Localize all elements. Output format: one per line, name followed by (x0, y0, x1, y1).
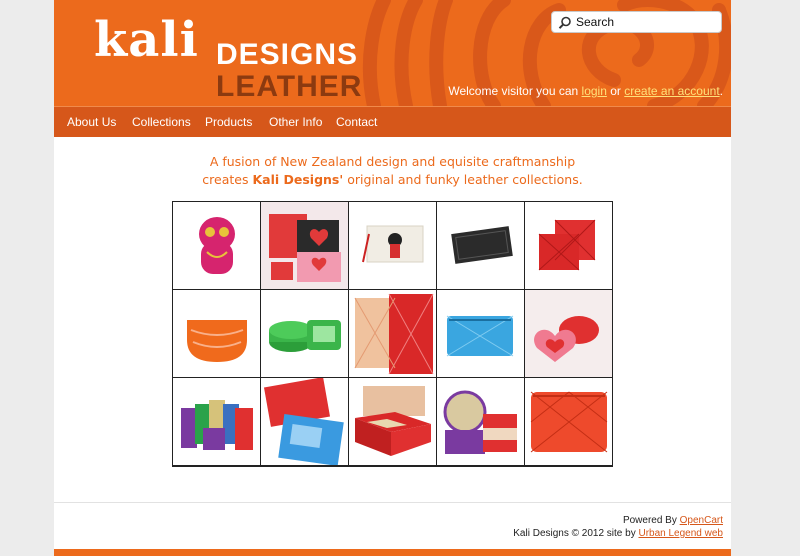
header: kali DESIGNS LEATHER Welcome visitor you… (54, 0, 731, 106)
product-image-green-case[interactable] (261, 290, 349, 378)
nav-item-collections[interactable]: Collections (132, 115, 191, 129)
opencart-link[interactable]: OpenCart (680, 515, 723, 526)
product-image-heart-box[interactable] (525, 290, 613, 378)
product-image-notebooks[interactable] (349, 290, 437, 378)
welcome-or: or (610, 84, 621, 98)
search-input[interactable] (576, 14, 716, 30)
welcome-suffix: . (719, 84, 723, 98)
product-image-orange-purse[interactable] (173, 290, 261, 378)
tagline: A fusion of New Zealand design and equis… (54, 153, 731, 189)
welcome-text: Welcome visitor you can login or create … (448, 84, 723, 98)
tagline-suffix: original and funky leather collections. (347, 172, 583, 187)
powered-by-text: Powered By (622, 515, 677, 526)
product-image-red-pouch[interactable] (525, 378, 613, 466)
nav-item-about-us[interactable]: About Us (67, 115, 116, 129)
login-link[interactable]: login (582, 84, 607, 98)
tagline-prefix: creates (202, 172, 249, 187)
welcome-prefix: Welcome visitor you can (448, 84, 579, 98)
product-image-luggage-tags[interactable] (261, 378, 349, 466)
product-image-blue-purse[interactable] (437, 290, 525, 378)
urban-legend-link[interactable]: Urban Legend web (638, 528, 723, 539)
product-grid (172, 201, 613, 467)
product-image-doll-clutch[interactable] (349, 202, 437, 290)
page: kali DESIGNS LEATHER Welcome visitor you… (54, 0, 731, 556)
copyright-line: Kali Designs © 2012 site by Urban Legend… (513, 527, 723, 540)
tagline-line-2: creates Kali Designs' original and funky… (54, 171, 731, 189)
powered-by-line: Powered By OpenCart (513, 514, 723, 527)
nav-item-other-info[interactable]: Other Info (269, 115, 322, 129)
search-box (551, 11, 722, 33)
logo-designs[interactable]: DESIGNS (216, 38, 358, 72)
tagline-line-1: A fusion of New Zealand design and equis… (209, 154, 576, 169)
copyright-text: Kali Designs © 2012 site by (513, 528, 636, 539)
product-image-heart-purses[interactable] (261, 202, 349, 290)
footer-divider (54, 502, 731, 503)
tagline-brand: Kali Designs' (252, 172, 344, 187)
product-image-red-cardholders[interactable] (525, 202, 613, 290)
main-nav: About Us Collections Products Other Info… (54, 106, 731, 137)
product-image-tiki-pouch[interactable] (173, 202, 261, 290)
search-icon[interactable] (558, 16, 572, 30)
nav-item-products[interactable]: Products (205, 115, 252, 129)
bottom-bar (54, 549, 731, 556)
product-image-round-cases[interactable] (437, 378, 525, 466)
logo-kali[interactable]: kali (94, 10, 199, 70)
nav-item-contact[interactable]: Contact (336, 115, 377, 129)
logo-leather[interactable]: LEATHER (216, 70, 362, 104)
product-image-jewellery-box[interactable] (349, 378, 437, 466)
create-account-link[interactable]: create an account (624, 84, 719, 98)
footer: Powered By OpenCart Kali Designs © 2012 … (513, 514, 723, 540)
product-image-wallets[interactable] (173, 378, 261, 466)
product-image-black-wallet[interactable] (437, 202, 525, 290)
